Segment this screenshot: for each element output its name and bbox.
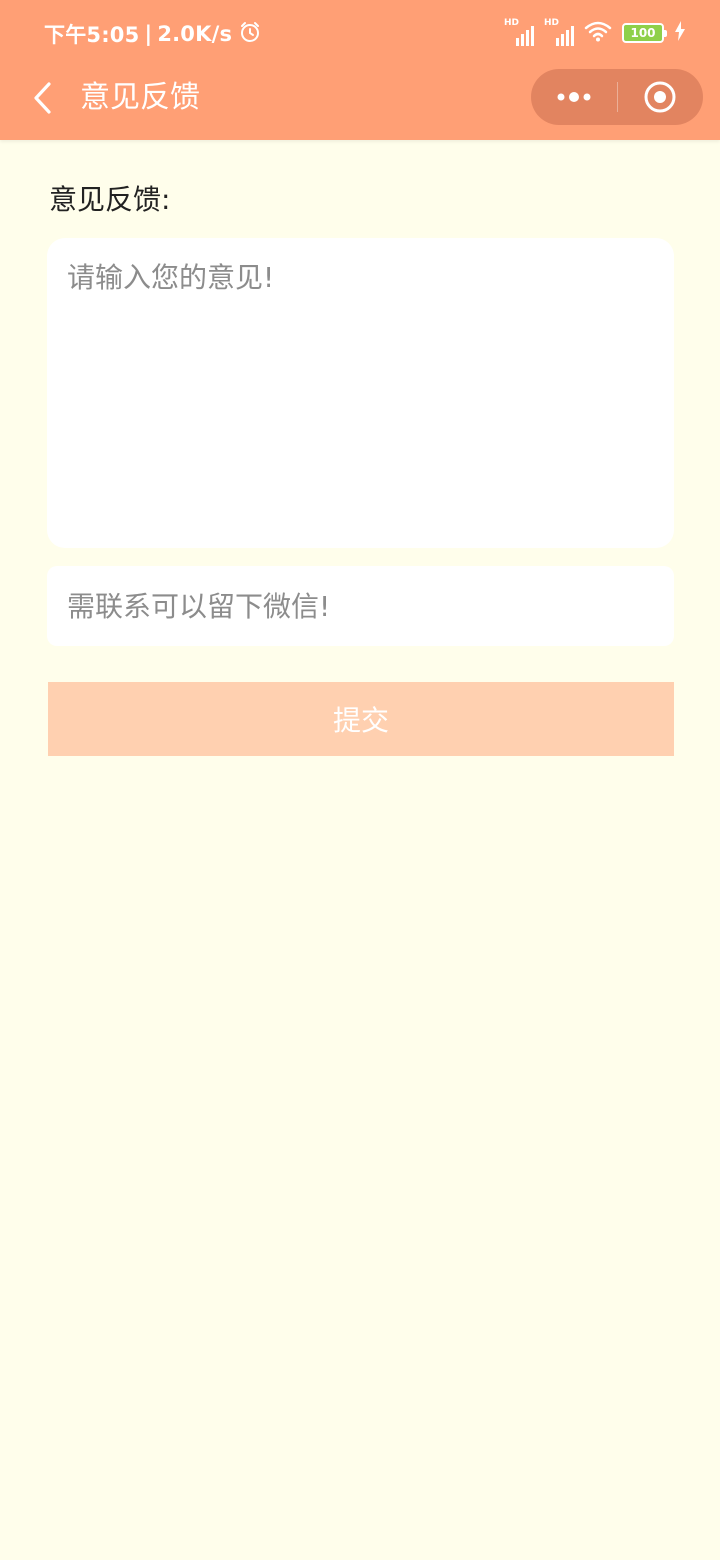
status-separator: |	[144, 22, 153, 46]
submit-button[interactable]: 提交	[48, 682, 674, 756]
back-button[interactable]	[22, 76, 62, 120]
feedback-textarea[interactable]	[67, 256, 654, 530]
signal-sim1-icon: HD	[504, 18, 534, 46]
battery-icon: 100	[622, 23, 667, 43]
status-time-group: 下午5:05 | 2.0K/s	[44, 19, 261, 49]
status-bar: 下午5:05 | 2.0K/s HD HD 100	[0, 0, 720, 66]
status-time: 下午5:05	[44, 23, 140, 47]
page-title: 意见反馈	[80, 80, 200, 115]
wifi-icon	[584, 20, 612, 46]
more-button[interactable]	[531, 69, 617, 125]
feedback-box	[47, 238, 674, 548]
close-mini-program-button[interactable]	[618, 69, 704, 125]
target-circle-icon	[644, 81, 676, 113]
header: 下午5:05 | 2.0K/s HD HD 100 意见反馈	[0, 0, 720, 140]
contact-box	[47, 566, 674, 646]
chevron-left-icon	[34, 82, 51, 114]
status-icons: HD HD 100	[504, 18, 686, 47]
network-speed: 2.0K/s	[157, 22, 233, 46]
charging-icon	[674, 21, 686, 45]
alarm-clock-icon	[239, 21, 261, 48]
battery-level: 100	[630, 26, 656, 40]
feedback-label: 意见反馈:	[49, 183, 171, 216]
signal-sim2-icon: HD	[544, 18, 574, 46]
more-dots-icon	[557, 92, 591, 102]
mini-program-capsule	[531, 69, 703, 125]
wechat-contact-input[interactable]	[67, 589, 654, 623]
